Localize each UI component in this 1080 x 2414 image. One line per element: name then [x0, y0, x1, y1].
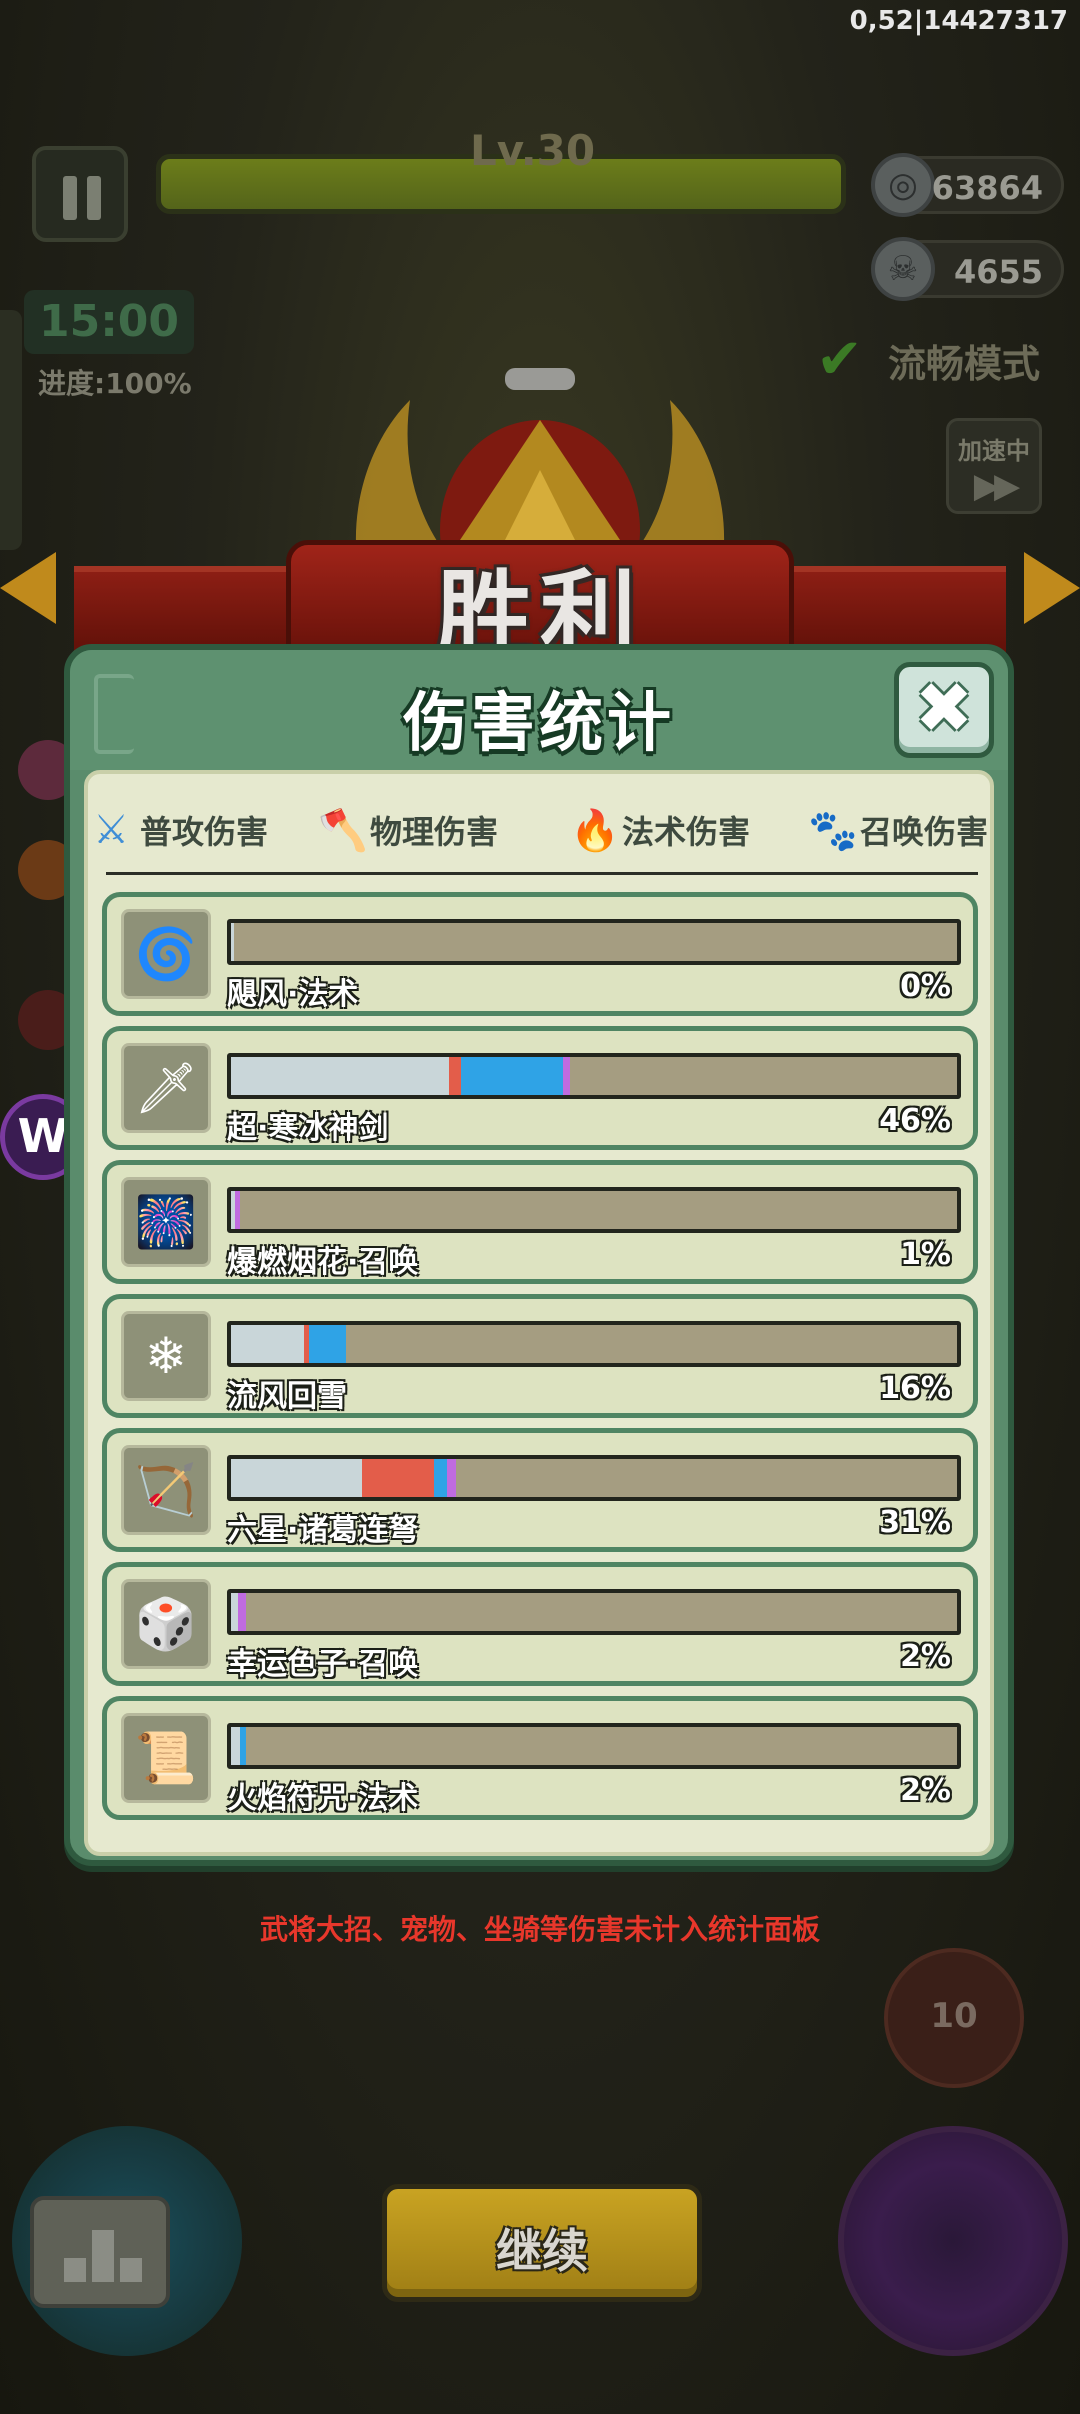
continue-button[interactable]: 继续 — [382, 2184, 702, 2302]
bar-segment-physical — [448, 1057, 462, 1095]
damage-row: 🎆 爆燃烟花·召唤 1% — [102, 1160, 978, 1284]
smooth-mode-label: 流畅模式 — [888, 341, 1041, 386]
skull-icon: ☠ — [871, 237, 935, 301]
smooth-mode-toggle[interactable]: ✔ 流畅模式 — [816, 330, 1040, 390]
legend-divider — [106, 872, 978, 875]
speed-label: 加速中 — [958, 437, 1030, 465]
damage-bar — [227, 1455, 961, 1501]
sword-icon: ⚔ — [93, 807, 129, 853]
legend-item: 🔥 法术伤害 — [570, 802, 750, 858]
damage-bar — [227, 1321, 961, 1367]
close-button[interactable]: ✖ — [894, 662, 994, 758]
snow-fan-icon: ❄ — [121, 1311, 211, 1401]
weapon-name: 爆燃烟花·召唤 — [227, 1245, 419, 1280]
legend-item: ⚔ 普攻伤害 — [88, 802, 268, 858]
ice-sword-icon: 🗡 — [121, 1043, 211, 1133]
cooldown-value: 10 — [930, 1996, 978, 2036]
vortex-skill-button[interactable] — [838, 2126, 1068, 2356]
weapon-name: 六星·诸葛连弩 — [227, 1513, 419, 1548]
paw-icon: 🐾 — [808, 807, 858, 854]
damage-stats-dialog: 伤害统计 ✖ ⚔ 普攻伤害 🪓 物理伤害 🔥 法术伤害 🐾 召唤伤害 🌀 飓风·法术 0% 🗡 超·寒… — [64, 644, 1014, 1866]
flame-icon: 🔥 — [570, 807, 620, 854]
bar-segment-physical — [361, 1459, 435, 1497]
bar-segment-basic — [231, 1727, 240, 1765]
fast-forward-icon: ▶▶ — [973, 466, 1020, 506]
weapon-name: 火焰符咒·法术 — [227, 1781, 419, 1816]
bar-segment-magic — [309, 1325, 346, 1363]
bar-segment-summon — [238, 1593, 246, 1631]
coin-counter: ◎ 63864 — [871, 153, 1064, 217]
weapon-name: 飓风·法术 — [227, 977, 359, 1012]
bar-segment-magic — [461, 1057, 563, 1095]
damage-row: 🗡 超·寒冰神剑 46% — [102, 1026, 978, 1150]
damage-percent: 2% — [900, 1773, 951, 1808]
fire-talisman-icon: 📜 — [121, 1713, 211, 1803]
stage-progress: 进度:100% — [38, 367, 192, 400]
weapon-name: 流风回雪 — [227, 1379, 347, 1414]
tornado-icon: 🌀 — [121, 909, 211, 999]
damage-bar — [227, 919, 961, 965]
damage-bar — [227, 1053, 961, 1099]
damage-percent: 46% — [879, 1103, 951, 1138]
debug-readout: 0,52|14427317 — [849, 6, 1068, 36]
bar-segment-basic — [231, 923, 234, 961]
bar-segment-summon — [562, 1057, 571, 1095]
damage-row: 🏹 六星·诸葛连弩 31% — [102, 1428, 978, 1552]
side-drawer-tab[interactable] — [0, 310, 22, 550]
damage-row: ❄ 流风回雪 16% — [102, 1294, 978, 1418]
legend-label: 普攻伤害 — [140, 813, 269, 851]
checkmark-icon: ✔ — [816, 327, 863, 392]
damage-row: 🌀 飓风·法术 0% — [102, 892, 978, 1016]
bar-segment-magic — [434, 1459, 448, 1497]
damage-row: 🎲 幸运色子·召唤 2% — [102, 1562, 978, 1686]
legend-item: 🐾 召唤伤害 — [808, 802, 988, 858]
damage-legend: ⚔ 普攻伤害 🪓 物理伤害 🔥 法术伤害 🐾 召唤伤害 — [88, 802, 990, 858]
legend-item: 🪓 物理伤害 — [318, 802, 498, 858]
stats-button[interactable] — [30, 2196, 170, 2308]
coin-icon: ◎ — [871, 153, 935, 217]
bar-segment-basic — [231, 1057, 449, 1095]
damage-row: 📜 火焰符咒·法术 2% — [102, 1696, 978, 1820]
bar-segment-basic — [231, 1459, 362, 1497]
bar-segment-summon — [447, 1459, 457, 1497]
bar-segment-summon — [234, 1191, 241, 1229]
crossbow-icon: 🏹 — [121, 1445, 211, 1535]
level-label: Lv.30 — [470, 126, 596, 175]
bar-segment-basic — [231, 1593, 239, 1631]
axe-icon: 🪓 — [318, 807, 368, 854]
firework-icon: 🎆 — [121, 1177, 211, 1267]
damage-bar — [227, 1723, 961, 1769]
damage-bar — [227, 1187, 961, 1233]
dialog-body: ⚔ 普攻伤害 🪓 物理伤害 🔥 法术伤害 🐾 召唤伤害 🌀 飓风·法术 0% 🗡 超·寒冰神剑 46% 🎆… — [84, 770, 994, 1856]
damage-percent: 2% — [900, 1639, 951, 1674]
dice-icon: 🎲 — [121, 1579, 211, 1669]
weapon-name: 幸运色子·召唤 — [227, 1647, 419, 1682]
dialog-title: 伤害统计 — [403, 687, 675, 761]
legend-label: 物理伤害 — [370, 813, 499, 851]
weapon-name: 超·寒冰神剑 — [227, 1111, 389, 1146]
continue-label: 继续 — [496, 2224, 588, 2278]
damage-list: 🌀 飓风·法术 0% 🗡 超·寒冰神剑 46% 🎆 爆燃烟花·召唤 1% ❄ 流风回雪 16% 🏹 六星·… — [102, 892, 978, 1830]
coin-value: 63864 — [931, 169, 1043, 207]
damage-percent: 1% — [900, 1237, 951, 1272]
podium-icon — [64, 2258, 86, 2282]
bar-segment-magic — [239, 1727, 246, 1765]
kill-counter: ☠ 4655 — [871, 237, 1064, 301]
damage-percent: 16% — [879, 1371, 951, 1406]
dialog-header: 伤害统计 ✖ — [70, 650, 1008, 770]
damage-bar — [227, 1589, 961, 1635]
speed-up-button[interactable]: 加速中 ▶▶ — [946, 418, 1042, 514]
bar-segment-basic — [231, 1325, 304, 1363]
damage-percent: 0% — [900, 969, 951, 1004]
pause-button[interactable] — [32, 146, 128, 242]
legend-label: 法术伤害 — [622, 813, 751, 851]
kill-value: 4655 — [953, 253, 1043, 291]
stats-footnote: 武将大招、宠物、坐骑等伤害未计入统计面板 — [259, 1913, 820, 1946]
stage-timer: 15:00 — [24, 290, 194, 354]
damage-percent: 31% — [879, 1505, 951, 1540]
legend-label: 召唤伤害 — [860, 813, 989, 851]
